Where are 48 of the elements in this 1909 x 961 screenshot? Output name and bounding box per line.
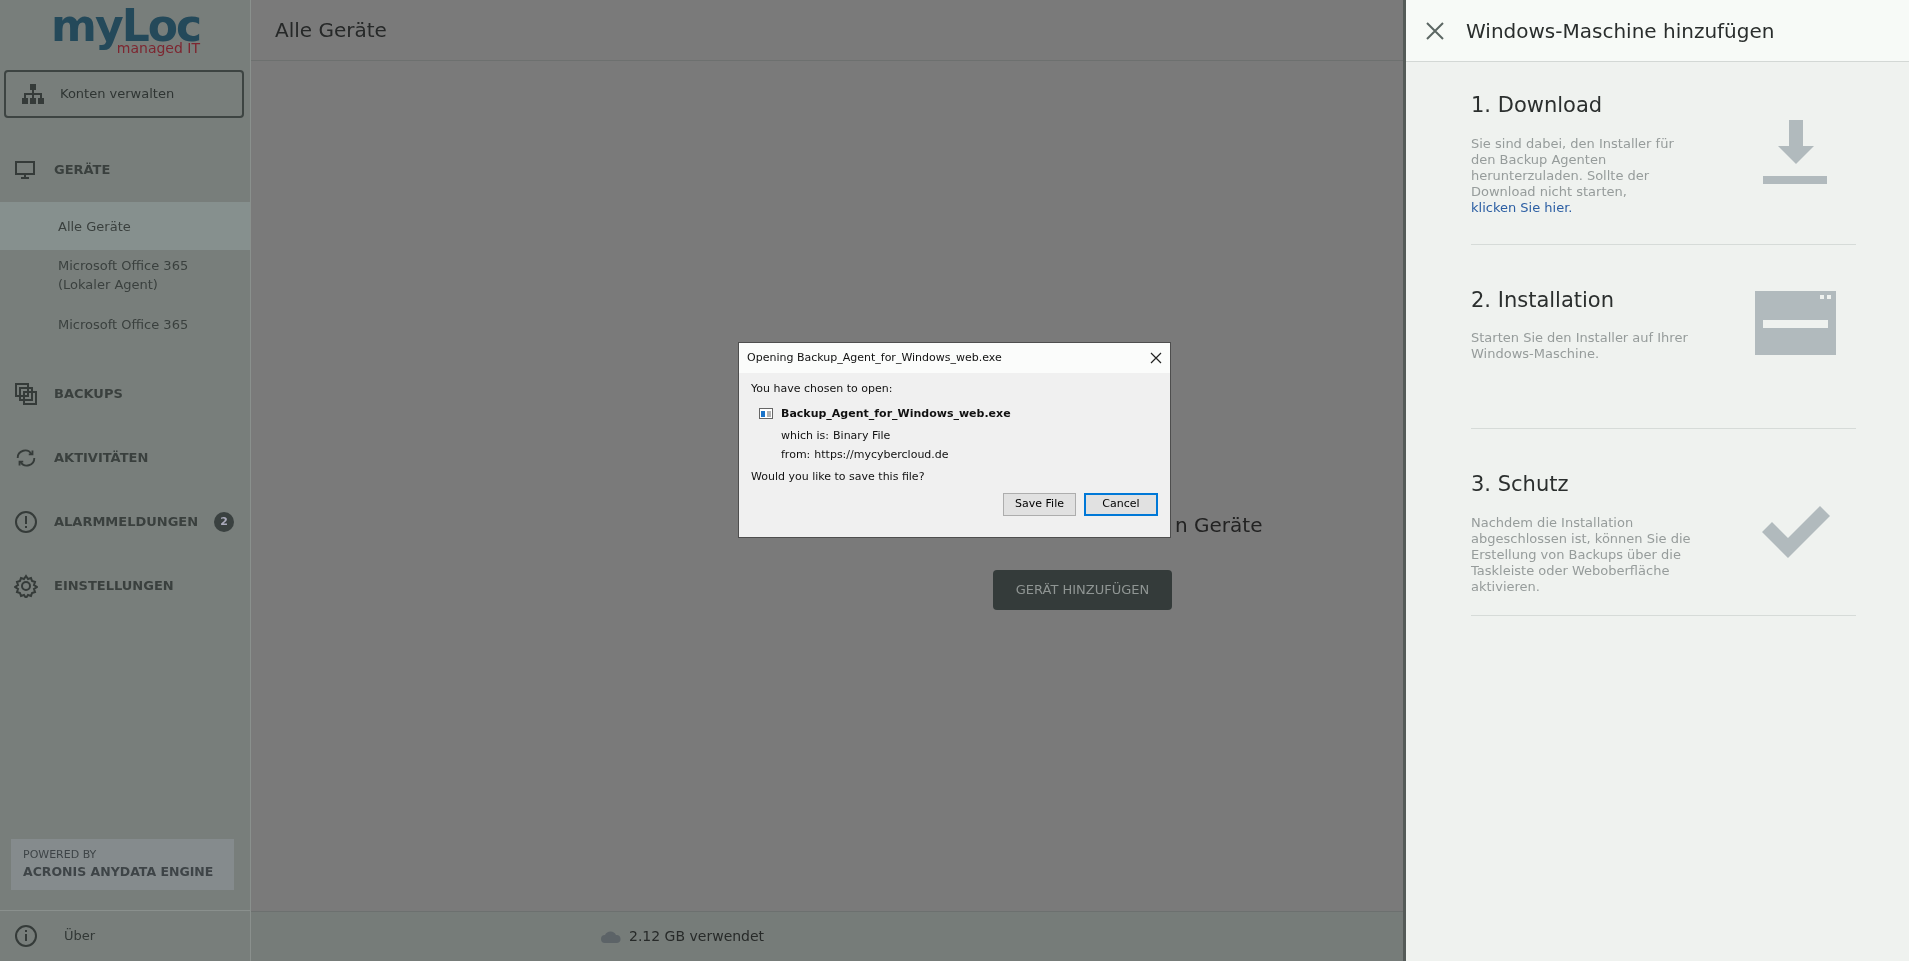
stack-icon [14, 382, 38, 406]
dialog-intro: You have chosen to open: [751, 381, 894, 397]
sync-icon [14, 447, 38, 469]
nav-subitem[interactable]: Microsoft Office 365 [0, 300, 250, 348]
step-description: Starten Sie den Installer auf Ihrer Windows-Maschine. [1471, 330, 1689, 362]
step-description: Sie sind dabei, den Installer für den Backup Agenten herunterzuladen. Sollte der Download nicht starten, klicken Sie hier. [1471, 135, 1675, 216]
count-badge: 2 [214, 512, 234, 532]
dialog-question: Would you like to save this file? [751, 469, 926, 485]
panel-title: Windows-Maschine hinzufügen [1466, 17, 1775, 45]
checkmark-icon [1761, 505, 1830, 558]
dialog-button[interactable]: Save File [1003, 492, 1076, 516]
step-title: 3. Schutz [1471, 471, 1570, 498]
field-label: from: [781, 447, 811, 463]
page-title: Alle Geräte [275, 17, 387, 44]
manage-accounts-button[interactable]: Konten verwalten [4, 70, 244, 118]
monitor-icon [14, 159, 36, 181]
nav-label: EINSTELLUNGEN [54, 577, 174, 596]
hierarchy-icon [22, 84, 44, 104]
nav-subitem[interactable]: Alle Geräte [0, 202, 250, 250]
dialog-title: Opening Backup_Agent_for_Windows_web.exe [747, 349, 1002, 366]
window-icon [1755, 291, 1836, 356]
dialog-button[interactable]: Cancel [1084, 492, 1158, 516]
powered-by-caption: POWERED BY [23, 846, 98, 863]
download-link[interactable]: klicken Sie hier. [1471, 199, 1573, 215]
nav-label: AKTIVITÄTEN [54, 449, 149, 468]
file-name: Backup_Agent_for_Windows_web.exe [781, 405, 1011, 422]
info-icon [14, 924, 38, 948]
cloud-icon [601, 930, 621, 943]
field-label: which is: [781, 428, 830, 444]
step-description: Nachdem die Installation abgeschlossen ist, können Sie die Erstellung von Backups über die Taskleiste oder Weboberfläche aktivieren. [1471, 514, 1692, 595]
step-title: 2. Installation [1471, 286, 1616, 314]
nav-label: BACKUPS [54, 385, 123, 404]
field-value: https://mycybercloud.de [814, 447, 949, 463]
settings-icon [14, 574, 38, 598]
nav-label: GERÄTE [54, 161, 111, 180]
field-value: Binary File [833, 428, 891, 444]
download-icon [1762, 119, 1829, 186]
empty-state-text: n Geräte [1175, 512, 1263, 539]
step-title: 1. Download [1471, 92, 1604, 119]
about-link[interactable]: Über [64, 926, 96, 946]
close-icon[interactable] [1150, 352, 1162, 364]
engine-name: ACRONIS ANYDATA ENGINE [23, 863, 215, 882]
nav-label: ALARMMELDUNGEN [54, 513, 199, 532]
file-icon [759, 408, 773, 420]
storage-usage-text: 2.12 GB verwendet [629, 927, 765, 946]
nav-subitem[interactable]: Microsoft Office 365 (Lokaler Agent) [0, 250, 250, 300]
alert-icon [14, 510, 38, 534]
add-device-button[interactable]: GERÄT HINZUFÜGEN [993, 570, 1172, 610]
